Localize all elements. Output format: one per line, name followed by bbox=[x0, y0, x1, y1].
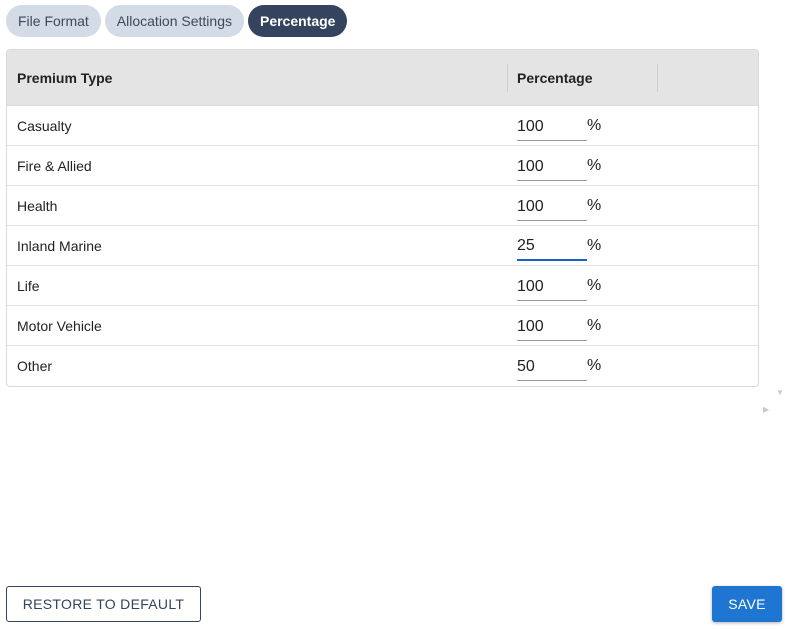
table-row: Inland Marine % bbox=[7, 226, 758, 266]
percent-sign: % bbox=[587, 277, 602, 294]
percentage-input[interactable] bbox=[517, 233, 587, 261]
tab-bar: File Format Allocation Settings Percenta… bbox=[6, 5, 348, 37]
percentage-input[interactable] bbox=[517, 153, 587, 181]
tab-allocation-settings[interactable]: Allocation Settings bbox=[104, 5, 244, 37]
scroll-down-icon[interactable]: ▼ bbox=[776, 388, 784, 397]
premium-type-cell: Health bbox=[17, 198, 58, 214]
table-row: Health % bbox=[7, 186, 758, 226]
percentage-input[interactable] bbox=[517, 113, 587, 141]
table-row: Motor Vehicle % bbox=[7, 306, 758, 346]
percentage-input[interactable] bbox=[517, 313, 587, 341]
column-header-premium-type[interactable]: Premium Type bbox=[17, 50, 112, 106]
percentage-input[interactable] bbox=[517, 193, 587, 221]
restore-to-default-button[interactable]: RESTORE TO DEFAULT bbox=[6, 586, 201, 622]
percent-sign: % bbox=[587, 237, 602, 254]
premium-type-cell: Motor Vehicle bbox=[17, 318, 102, 334]
percent-sign: % bbox=[587, 157, 602, 174]
percentage-grid: Premium Type Percentage Casualty % Fire … bbox=[6, 49, 759, 387]
table-row: Life % bbox=[7, 266, 758, 306]
column-divider[interactable] bbox=[657, 64, 658, 92]
percent-sign: % bbox=[587, 197, 602, 214]
table-row: Fire & Allied % bbox=[7, 146, 758, 186]
table-row: Casualty % bbox=[7, 106, 758, 146]
column-divider[interactable] bbox=[507, 64, 508, 92]
column-header-percentage[interactable]: Percentage bbox=[517, 50, 592, 106]
premium-type-cell: Inland Marine bbox=[17, 238, 102, 254]
premium-type-cell: Casualty bbox=[17, 118, 72, 134]
scroll-right-icon[interactable]: ▶ bbox=[763, 405, 769, 414]
percent-sign: % bbox=[587, 357, 602, 374]
table-row: Other % bbox=[7, 346, 758, 386]
percentage-input[interactable] bbox=[517, 273, 587, 301]
percentage-input[interactable] bbox=[517, 353, 587, 381]
save-button[interactable]: SAVE bbox=[712, 586, 782, 622]
percent-sign: % bbox=[587, 117, 602, 134]
tab-percentage[interactable]: Percentage bbox=[247, 5, 348, 37]
percent-sign: % bbox=[587, 317, 602, 334]
grid-header: Premium Type Percentage bbox=[7, 50, 758, 106]
premium-type-cell: Other bbox=[17, 358, 53, 374]
premium-type-cell: Life bbox=[17, 278, 40, 294]
premium-type-cell: Fire & Allied bbox=[17, 158, 92, 174]
tab-file-format[interactable]: File Format bbox=[6, 5, 101, 37]
